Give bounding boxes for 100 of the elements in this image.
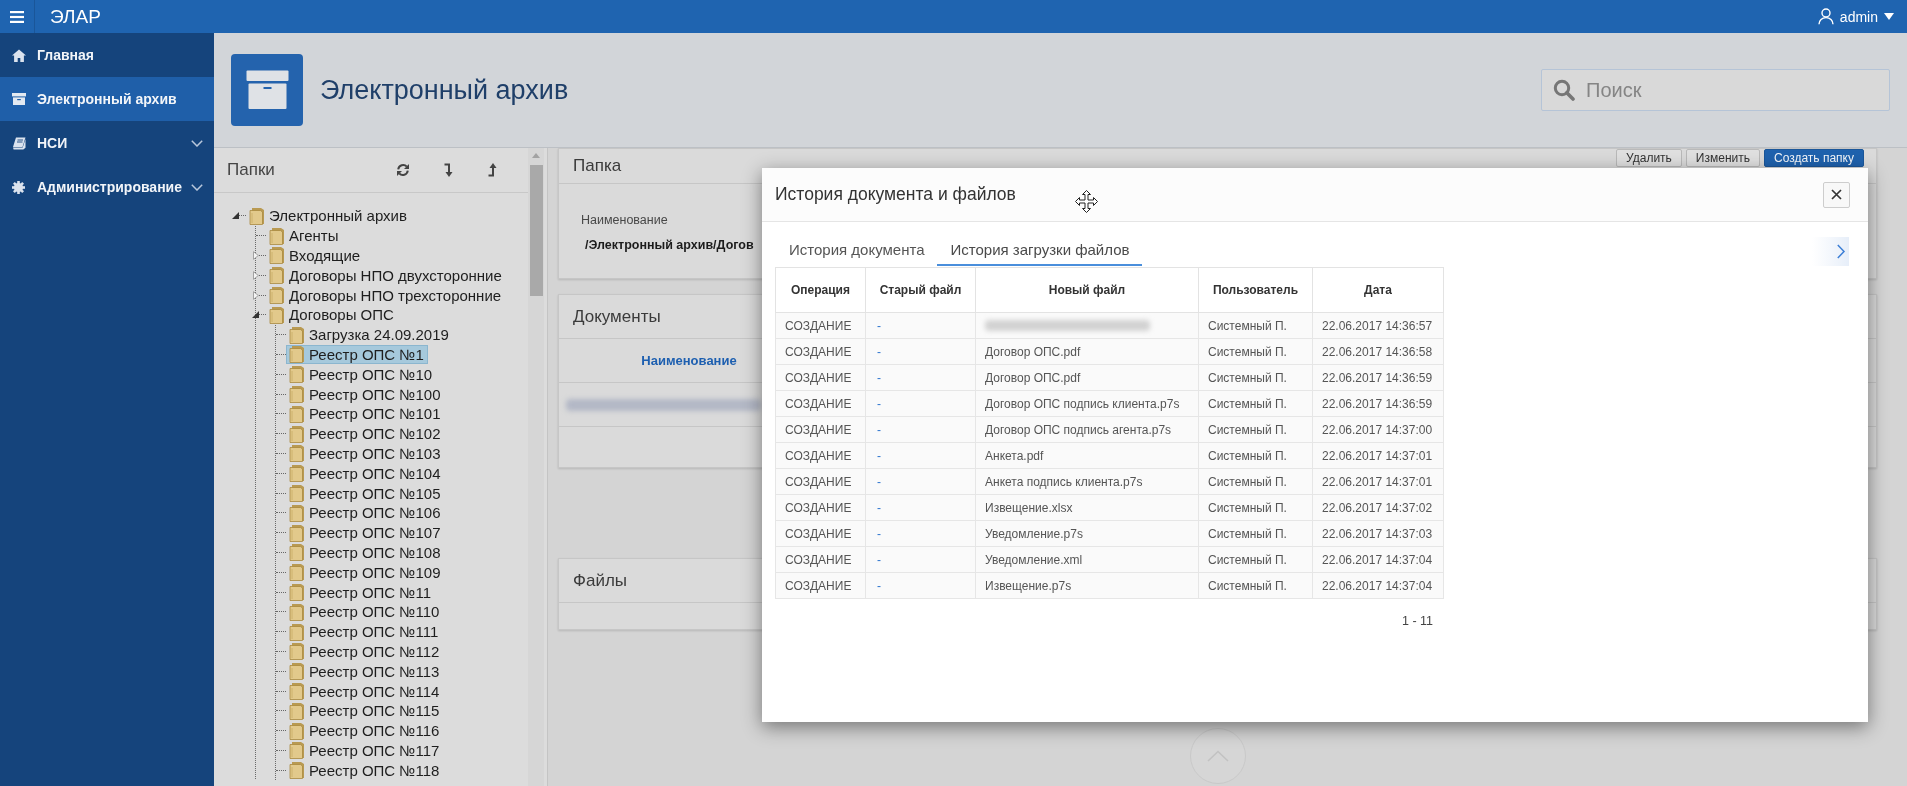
table-cell: - (865, 364, 976, 391)
table-cell: 22.06.2017 14:37:01 (1312, 442, 1444, 469)
table-cell: 22.06.2017 14:37:03 (1312, 520, 1444, 547)
tree-item[interactable]: Реестр ОПС №111 (286, 622, 443, 642)
tree-item[interactable]: Загрузка 24.09.2019 (286, 325, 453, 345)
table-cell: Договор ОПС.pdf (975, 338, 1199, 365)
tree-item[interactable]: Реестр ОПС №102 (286, 424, 445, 444)
table-cell: 22.06.2017 14:37:04 (1312, 572, 1444, 599)
toolbar-button[interactable]: Удалить (1616, 149, 1682, 167)
close-icon (1831, 189, 1842, 200)
table-cell: СОЗДАНИЕ (775, 312, 866, 339)
table-cell: Системный П. (1198, 442, 1313, 469)
close-button[interactable] (1823, 181, 1850, 208)
tree-item[interactable]: Реестр ОПС №115 (286, 701, 444, 721)
column-header[interactable]: Старый файл (865, 267, 976, 313)
folder-icon (289, 523, 305, 542)
tree-item[interactable]: Реестр ОПС №112 (286, 641, 444, 661)
tree-item[interactable]: Реестр ОПС №116 (286, 721, 444, 741)
page-title: Электронный архив (320, 74, 569, 106)
arrow-down-icon[interactable] (444, 163, 454, 177)
tree-item[interactable]: Реестр ОПС №117 (286, 740, 444, 760)
tree-item[interactable]: Электронный архив (246, 206, 411, 226)
column-header[interactable]: Дата (1312, 267, 1444, 313)
tree-item[interactable]: Договоры НПО двухсторонние (266, 265, 506, 285)
panel-title: Папки (227, 160, 275, 180)
folder-icon (289, 464, 305, 483)
table-cell: СОЗДАНИЕ (775, 338, 866, 365)
folder-icon (269, 305, 285, 324)
tree-toggle-icon[interactable] (253, 251, 259, 260)
table-cell: СОЗДАНИЕ (775, 572, 866, 599)
sidebar-item[interactable]: Главная (0, 33, 214, 77)
tree-item[interactable]: Реестр ОПС №118 (286, 760, 444, 780)
menu-icon[interactable] (10, 10, 24, 23)
tree-toggle-icon[interactable] (253, 270, 259, 280)
column-header[interactable]: Наименование (641, 353, 737, 368)
tree-item[interactable]: Реестр ОПС №105 (286, 483, 445, 503)
table-cell: - (865, 468, 976, 495)
folder-icon (289, 701, 305, 720)
tree-item[interactable]: Договоры ОПС (266, 305, 398, 325)
tree-item[interactable]: Реестр ОПС №101 (286, 404, 445, 424)
toolbar-button[interactable]: Изменить (1685, 149, 1760, 167)
folder-icon (269, 286, 285, 305)
folder-icon (289, 365, 305, 384)
folder-icon (289, 583, 305, 602)
tree-item[interactable]: Реестр ОПС №114 (286, 681, 444, 701)
table-cell: 22.06.2017 14:37:02 (1312, 494, 1444, 521)
table-cell: - (865, 442, 976, 469)
table-cell: СОЗДАНИЕ (775, 546, 866, 573)
tree-item[interactable]: Реестр ОПС №1 (286, 344, 428, 364)
column-header[interactable]: Новый файл (975, 267, 1199, 313)
tree-item[interactable]: Реестр ОПС №108 (286, 542, 445, 562)
tree-item[interactable]: Реестр ОПС №100 (286, 384, 445, 404)
tab[interactable]: История загрузки файлов (937, 236, 1143, 266)
tree-item[interactable]: Реестр ОПС №11 (286, 582, 436, 602)
tree-item[interactable]: Реестр ОПС №109 (286, 562, 445, 582)
move-cursor-icon (1075, 190, 1098, 213)
folder-icon (269, 246, 285, 265)
arrow-up-icon[interactable] (488, 163, 498, 177)
table-cell: - (865, 572, 976, 599)
tree-item[interactable]: Реестр ОПС №106 (286, 503, 445, 523)
column-header[interactable]: Пользователь (1198, 267, 1313, 313)
scrollbar-thumb[interactable] (529, 165, 543, 296)
archive-box-icon (12, 93, 26, 105)
tree-item[interactable]: Реестр ОПС №113 (286, 661, 444, 681)
user-menu[interactable]: admin (1817, 8, 1894, 25)
tree-item[interactable]: Агенты (266, 226, 343, 246)
refresh-icon[interactable] (396, 163, 410, 177)
table-cell: Системный П. (1198, 572, 1313, 599)
tree-item[interactable]: Договоры НПО трехсторонние (266, 285, 506, 305)
table-cell: 22.06.2017 14:37:00 (1312, 416, 1444, 443)
create-folder-button[interactable]: Создать папку (1764, 149, 1864, 167)
tree-toggle-icon[interactable] (252, 311, 259, 319)
folder-icon (289, 385, 305, 404)
search-field[interactable]: Поиск (1541, 69, 1890, 111)
folder-icon (269, 226, 285, 245)
panel-title: Папка (573, 156, 622, 176)
sidebar-item[interactable]: НСИ (0, 121, 214, 165)
tree-toggle-icon[interactable] (232, 212, 239, 220)
tree-item[interactable]: Реестр ОПС №103 (286, 443, 445, 463)
sidebar-item[interactable]: Администрирование (0, 165, 214, 209)
sidebar-item[interactable]: Электронный архив (0, 77, 214, 121)
tree-item[interactable]: Реестр ОПС №104 (286, 463, 445, 483)
home-icon (12, 48, 26, 62)
book-icon (12, 136, 26, 150)
tree-item[interactable]: Реестр ОПС №10 (286, 364, 437, 384)
table-cell: Уведомление.p7s (975, 520, 1199, 547)
tree-item[interactable]: Входящие (266, 246, 365, 265)
table-cell: - (865, 338, 976, 365)
table-cell: СОЗДАНИЕ (775, 468, 866, 495)
scrollbar[interactable] (528, 148, 544, 786)
table-cell: Анкета.pdf (975, 442, 1199, 469)
tree-toggle-icon[interactable] (253, 290, 259, 300)
tab[interactable]: История документа (776, 236, 938, 266)
folder-icon (289, 642, 305, 661)
tree-item[interactable]: Реестр ОПС №110 (286, 602, 444, 622)
tree-item[interactable]: Реестр ОПС №107 (286, 523, 445, 543)
table-cell: - (865, 546, 976, 573)
folder-icon (289, 682, 305, 700)
column-header[interactable]: Операция (775, 267, 866, 313)
folder-icon (289, 424, 305, 443)
